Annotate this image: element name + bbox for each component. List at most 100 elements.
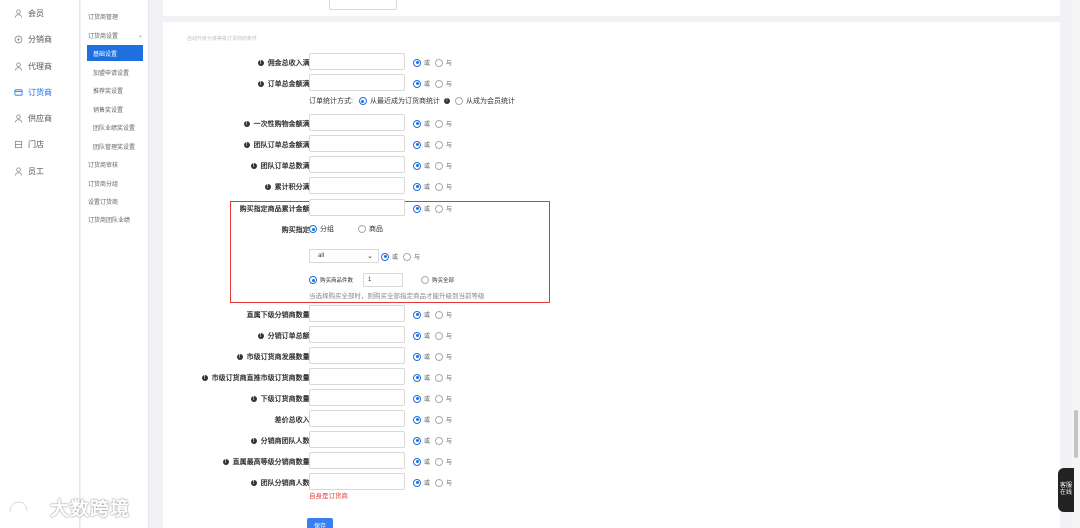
- sub-item-orderer-settings[interactable]: 订货商设置 ⌄: [81, 27, 149, 43]
- sub-item-sales-reward-settings[interactable]: 销售奖设置: [81, 101, 149, 117]
- info-icon[interactable]: !: [236, 354, 243, 360]
- sub-item-orderer-team-performance[interactable]: 订货商团队业绩: [81, 211, 149, 227]
- info-icon[interactable]: !: [222, 459, 229, 465]
- sub-item-orderer-groups[interactable]: 订货商分组: [81, 175, 149, 191]
- and-radio[interactable]: [435, 373, 444, 382]
- group-select[interactable]: all ⌄: [309, 249, 379, 263]
- nav-item-distributor[interactable]: 分销商: [0, 26, 80, 52]
- info-icon[interactable]: !: [257, 81, 264, 87]
- and-radio[interactable]: [435, 478, 444, 487]
- one-time-purchase-input[interactable]: [309, 114, 405, 131]
- order-stat-method-row: 订单统计方式: 从最近成为订货商统计 ! 从成为会员统计: [309, 96, 515, 106]
- specified-goods-amount-input[interactable]: [309, 199, 405, 216]
- and-radio[interactable]: [435, 394, 444, 403]
- and-radio[interactable]: [435, 58, 444, 67]
- condition-row-direct-subordinate-distributors: 直属下级分销商数量: 或与: [163, 305, 1060, 325]
- commission-total-input[interactable]: [309, 53, 405, 70]
- sub-item-referral-reward-settings[interactable]: 推荐奖设置: [81, 82, 149, 98]
- previous-section-input[interactable]: [329, 0, 397, 10]
- and-radio[interactable]: [435, 140, 444, 149]
- info-icon[interactable]: !: [201, 375, 208, 381]
- or-radio[interactable]: [413, 140, 421, 149]
- or-radio[interactable]: [413, 394, 421, 403]
- info-icon[interactable]: !: [257, 333, 264, 339]
- and-radio[interactable]: [435, 436, 444, 445]
- and-radio[interactable]: [435, 182, 444, 191]
- team-order-total-input[interactable]: [309, 135, 405, 152]
- info-icon[interactable]: !: [250, 438, 257, 444]
- or-radio[interactable]: [413, 310, 421, 319]
- or-radio[interactable]: [413, 457, 421, 466]
- or-radio[interactable]: [413, 352, 421, 361]
- and-radio[interactable]: [435, 161, 444, 170]
- or-radio[interactable]: [413, 331, 421, 340]
- save-button[interactable]: 保存: [307, 518, 333, 528]
- group-radio[interactable]: [309, 225, 317, 233]
- and-radio[interactable]: [435, 415, 444, 424]
- team-order-count-input[interactable]: [309, 156, 405, 173]
- distribution-order-total-input[interactable]: [309, 326, 405, 343]
- or-radio[interactable]: [413, 182, 421, 191]
- sub-item-orderer-review[interactable]: 订货商审核: [81, 156, 149, 172]
- price-difference-income-input[interactable]: [309, 410, 405, 427]
- points-input[interactable]: [309, 177, 405, 194]
- and-radio[interactable]: [435, 457, 444, 466]
- goods-radio[interactable]: [358, 225, 366, 233]
- scrollbar-thumb[interactable]: [1074, 410, 1078, 458]
- info-icon[interactable]: !: [243, 142, 250, 148]
- and-radio[interactable]: [435, 352, 444, 361]
- and-radio[interactable]: [435, 310, 444, 319]
- and-label: 与: [446, 418, 453, 424]
- and-radio[interactable]: [435, 119, 444, 128]
- buy-all-radio[interactable]: [421, 276, 429, 284]
- and-radio[interactable]: [435, 79, 444, 88]
- or-radio[interactable]: [413, 373, 421, 382]
- sub-item-team-performance-reward-settings[interactable]: 团队业绩奖设置: [81, 119, 149, 135]
- stat-recent-radio[interactable]: [358, 97, 367, 105]
- subordinate-orderer-count-input[interactable]: [309, 389, 405, 406]
- or-radio[interactable]: [413, 79, 421, 88]
- sub-item-orderer-management[interactable]: 订货商管理: [81, 8, 149, 24]
- purchase-count-input[interactable]: 1: [363, 273, 403, 287]
- or-radio[interactable]: [413, 415, 421, 424]
- nav-item-staff[interactable]: 员工: [0, 158, 80, 184]
- city-orderer-count-input[interactable]: [309, 347, 405, 364]
- nav-item-agent[interactable]: 代理商: [0, 53, 80, 79]
- distributor-team-size-input[interactable]: [309, 431, 405, 448]
- or-radio[interactable]: [413, 478, 421, 487]
- nav-item-member[interactable]: 会员: [0, 0, 80, 26]
- sub-item-join-application-settings[interactable]: 加盟申请设置: [81, 64, 149, 80]
- stat-member-label: 从成为会员统计: [465, 98, 515, 105]
- or-radio[interactable]: [413, 119, 421, 128]
- and-radio[interactable]: [435, 204, 444, 213]
- info-icon[interactable]: !: [250, 396, 257, 402]
- nav-item-orderer[interactable]: 订货商: [0, 79, 80, 105]
- info-icon[interactable]: !: [250, 480, 257, 486]
- sub-item-basic-settings[interactable]: 基础设置: [87, 45, 143, 61]
- and-radio[interactable]: [403, 252, 412, 261]
- or-label: 或: [424, 313, 431, 319]
- order-total-input[interactable]: [309, 74, 405, 91]
- customer-service-tab[interactable]: 客服在线: [1058, 468, 1074, 512]
- direct-subordinate-distributors-input[interactable]: [309, 305, 405, 322]
- nav-item-store[interactable]: 门店: [0, 131, 80, 157]
- or-radio[interactable]: [413, 58, 421, 67]
- nav-item-supplier[interactable]: 供应商: [0, 105, 80, 131]
- count-radio[interactable]: [309, 276, 317, 284]
- team-distributor-count-input[interactable]: [309, 473, 405, 490]
- stat-member-radio[interactable]: [454, 97, 463, 105]
- info-icon[interactable]: !: [257, 60, 264, 66]
- top-level-distributor-count-input[interactable]: [309, 452, 405, 469]
- info-icon[interactable]: !: [264, 184, 271, 190]
- sub-item-team-management-reward-settings[interactable]: 团队管理奖设置: [81, 138, 149, 154]
- info-icon[interactable]: !: [243, 121, 250, 127]
- info-icon[interactable]: !: [250, 163, 257, 169]
- and-radio[interactable]: [435, 331, 444, 340]
- sub-item-set-orderer[interactable]: 设置订货商: [81, 193, 149, 209]
- or-radio[interactable]: [381, 252, 389, 261]
- info-icon[interactable]: !: [443, 98, 450, 104]
- city-orderer-direct-count-input[interactable]: [309, 368, 405, 385]
- or-radio[interactable]: [413, 161, 421, 170]
- or-radio[interactable]: [413, 204, 421, 213]
- or-radio[interactable]: [413, 436, 421, 445]
